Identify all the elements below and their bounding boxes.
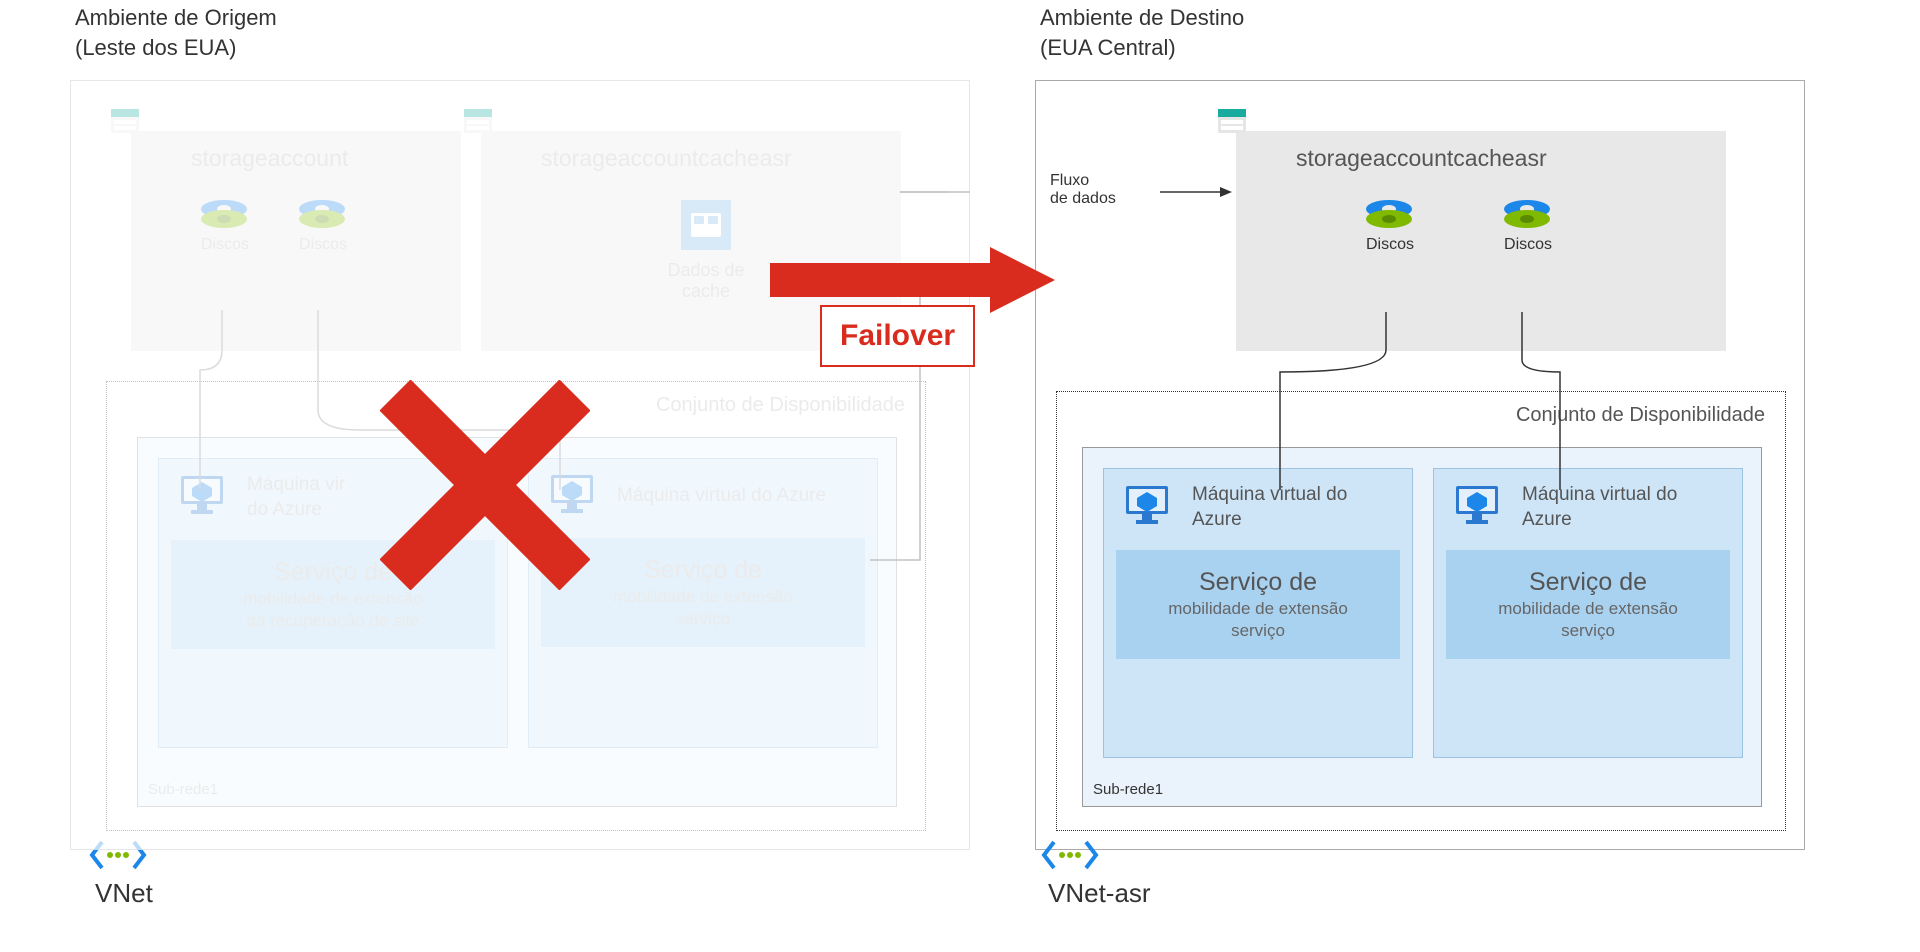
storage-icon	[1218, 109, 1246, 133]
vnet-icon	[1040, 838, 1100, 872]
flow-arrow	[900, 182, 1240, 202]
target-storage-cache: storageaccountcacheasr Discos Discos	[1236, 131, 1726, 351]
vm-icon	[177, 474, 233, 521]
vm-label: Máquina virtual do Azure	[617, 484, 826, 509]
vm-label: Máquina virdo Azure	[247, 473, 345, 522]
source-storage-account: storageaccount Discos Discos	[131, 131, 461, 351]
source-vnet-label: VNet	[95, 878, 153, 909]
target-vnet: Conjunto de Disponibilidade Sub-rede1 Má…	[1056, 391, 1786, 831]
source-storage-title: storageaccount	[131, 131, 461, 172]
source-env-subtitle: (Leste dos EUA)	[75, 35, 236, 61]
cache-label: Dados de cache	[651, 260, 761, 302]
storage-icon	[464, 109, 492, 133]
disk-stack-1: Discos	[201, 200, 249, 254]
source-subnet-label: Sub-rede1	[148, 781, 218, 798]
disk-stack-2: Discos	[299, 200, 347, 254]
vnet-icon	[88, 838, 148, 872]
vm-label: Máquina virtual do Azure	[1192, 483, 1394, 532]
vm-icon	[1452, 484, 1508, 531]
cache-icon	[681, 200, 731, 250]
target-avset-title: Conjunto de Disponibilidade	[1516, 404, 1765, 427]
source-env-title: Ambiente de Origem	[75, 5, 277, 31]
target-vm-2: Máquina virtual do Azure Serviço de mobi…	[1433, 468, 1743, 758]
disk-stack-3: Discos	[1366, 200, 1414, 254]
vm-label: Máquina virtual do Azure	[1522, 483, 1724, 532]
target-vm-1: Máquina virtual do Azure Serviço de mobi…	[1103, 468, 1413, 758]
failover-label: Failover	[820, 305, 975, 367]
diagram-root: Ambiente de Origem (Leste dos EUA) Ambie…	[0, 0, 1920, 952]
cross-icon	[380, 380, 590, 590]
source-avset-title: Conjunto de Disponibilidade	[656, 394, 905, 417]
source-cache-title: storageaccountcacheasr	[481, 131, 901, 172]
target-cache-title: storageaccountcacheasr	[1236, 131, 1726, 172]
vm-icon	[1122, 484, 1178, 531]
target-env-subtitle: (EUA Central)	[1040, 35, 1176, 61]
service-box: Serviço de mobilidade de extensão serviç…	[1446, 550, 1730, 659]
storage-icon	[111, 109, 139, 133]
service-box: Serviço de mobilidade de extensão serviç…	[1116, 550, 1400, 659]
target-env-title: Ambiente de Destino	[1040, 5, 1244, 31]
target-subnet: Sub-rede1 Máquina virtual do Azure Servi…	[1082, 447, 1762, 807]
target-subnet-label: Sub-rede1	[1093, 781, 1163, 798]
disk-stack-4: Discos	[1504, 200, 1552, 254]
target-vnet-label: VNet-asr	[1048, 878, 1151, 909]
